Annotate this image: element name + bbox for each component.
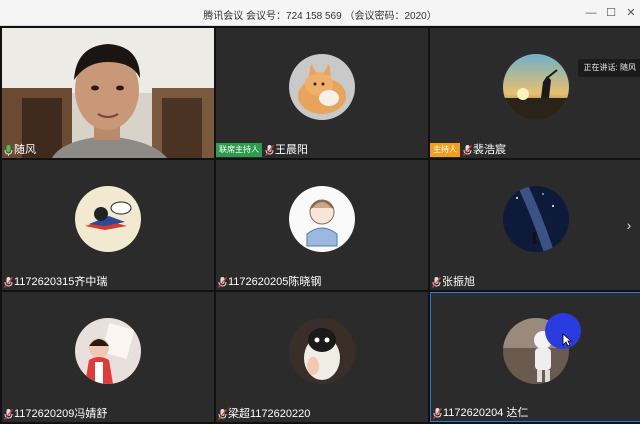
window-title: 腾讯会议 会议号：724 158 569 （会议密码：2020） — [203, 11, 437, 22]
speaking-indicator: 正在讲话: 随风 — [577, 59, 640, 77]
participant-namebar: 随风 — [2, 142, 40, 158]
participant-namebar: 梁超1172620220 — [216, 406, 314, 422]
participant-namebar: 联席主持人 王晨阳 — [216, 142, 312, 158]
participant-tile[interactable]: › 张振旭 — [430, 160, 640, 290]
mic-muted-icon — [431, 405, 443, 421]
mic-muted-icon — [430, 274, 442, 290]
participant-name: 1172620315齐中瑞 — [14, 276, 108, 288]
participant-namebar: 1172620205陈晓钢 — [216, 274, 325, 290]
participant-tile[interactable]: 1172620205陈晓钢 — [216, 160, 428, 290]
mic-on-icon — [2, 142, 14, 158]
participant-tile-video[interactable]: 随风 — [2, 28, 214, 158]
mic-muted-icon — [2, 274, 14, 290]
participant-namebar: 1172620315齐中瑞 — [2, 274, 111, 290]
mic-muted-icon — [461, 142, 473, 158]
participant-tile[interactable]: 1172620315齐中瑞 — [2, 160, 214, 290]
participant-namebar: 1172620209冯婧舒 — [2, 406, 111, 422]
participant-name: 梁超1172620220 — [228, 408, 311, 420]
mic-muted-icon — [2, 406, 14, 422]
mic-muted-icon — [263, 142, 275, 158]
participant-namebar: 主持人 裴浩宸 — [430, 142, 510, 158]
avatar — [289, 54, 355, 120]
participant-name: 张振旭 — [442, 276, 475, 288]
participant-namebar: 1172620204 达仁 — [431, 405, 532, 421]
avatar — [289, 318, 355, 384]
participant-tile[interactable]: 梁超1172620220 — [216, 292, 428, 422]
participant-name: 1172620209冯婧舒 — [14, 408, 108, 420]
avatar — [503, 186, 569, 252]
title-bar: 腾讯会议 会议号：724 158 569 （会议密码：2020） — ☐ ✕ — [0, 0, 640, 26]
participant-name: 王晨阳 — [275, 144, 308, 156]
participant-name: 裴浩宸 — [473, 144, 506, 156]
participant-tile[interactable]: 联席主持人 王晨阳 — [216, 28, 428, 158]
mic-muted-icon — [216, 274, 228, 290]
participant-tile-selected[interactable]: 1172620204 达仁 — [430, 292, 640, 422]
participant-name: 1172620205陈晓钢 — [228, 276, 322, 288]
avatar — [503, 54, 569, 120]
mouse-cursor-icon — [562, 333, 572, 347]
participant-tile[interactable]: 主持人 裴浩宸 正在讲话: 随风 — [430, 28, 640, 158]
participant-name: 1172620204 达仁 — [443, 407, 529, 419]
camera-video — [2, 28, 214, 158]
avatar — [75, 318, 141, 384]
participant-tile[interactable]: 1172620209冯婧舒 — [2, 292, 214, 422]
close-button[interactable]: ✕ — [618, 0, 640, 26]
avatar — [75, 186, 141, 252]
next-page-arrow-icon[interactable]: › — [620, 213, 638, 237]
mic-muted-icon — [216, 406, 228, 422]
video-grid: 随风 联席主持人 王晨阳 主持人 裴浩宸 正在讲话: 随风 1172620315… — [0, 26, 640, 424]
co-host-badge: 联席主持人 — [216, 143, 262, 157]
participant-namebar: 张振旭 — [430, 274, 479, 290]
host-badge: 主持人 — [430, 143, 460, 157]
participant-name: 随风 — [14, 144, 36, 156]
avatar — [289, 186, 355, 252]
